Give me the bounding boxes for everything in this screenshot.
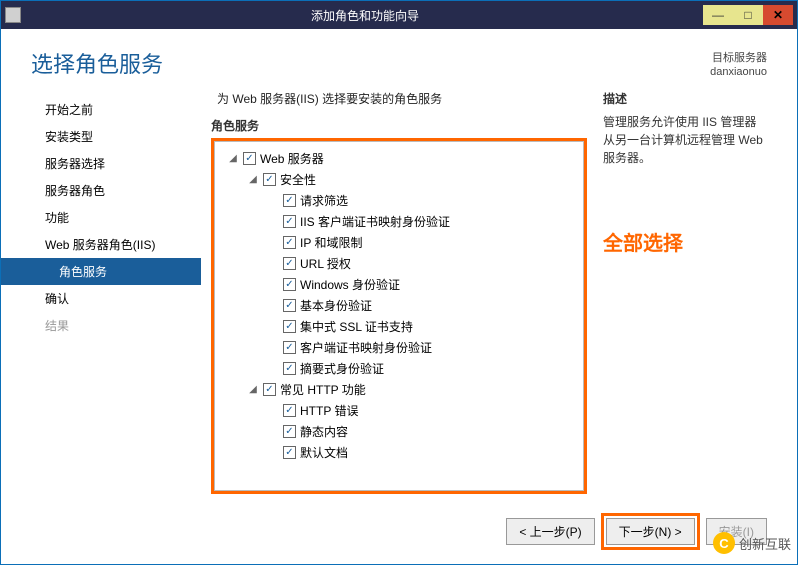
- expander-icon[interactable]: ◢: [247, 174, 259, 185]
- sidebar-item-confirmation[interactable]: 确认: [1, 285, 201, 312]
- node-label: 请求筛选: [300, 192, 348, 209]
- description-label: 描述: [603, 90, 767, 107]
- node-label: 摘要式身份验证: [300, 360, 384, 377]
- tree-node[interactable]: IIS 客户端证书映射身份验证: [219, 211, 579, 232]
- checkbox[interactable]: [283, 362, 296, 375]
- sidebar-item-server-roles[interactable]: 服务器角色: [1, 177, 201, 204]
- tree-node[interactable]: 默认文档: [219, 442, 579, 463]
- sidebar-item-installation-type[interactable]: 安装类型: [1, 123, 201, 150]
- sidebar-item-role-services[interactable]: 角色服务: [1, 258, 201, 285]
- tree-node[interactable]: 摘要式身份验证: [219, 358, 579, 379]
- tree-node[interactable]: 集中式 SSL 证书支持: [219, 316, 579, 337]
- page-title: 选择角色服务: [31, 47, 163, 79]
- tree-node[interactable]: Windows 身份验证: [219, 274, 579, 295]
- node-label: 安全性: [280, 171, 316, 188]
- tree-label: 角色服务: [211, 117, 587, 134]
- sidebar-item-server-selection[interactable]: 服务器选择: [1, 150, 201, 177]
- checkbox[interactable]: [283, 257, 296, 270]
- window-title: 添加角色和功能向导: [27, 7, 703, 24]
- tree-node[interactable]: URL 授权: [219, 253, 579, 274]
- node-label: Web 服务器: [260, 150, 324, 167]
- node-label: 集中式 SSL 证书支持: [300, 318, 413, 335]
- sidebar-item-web-server-iis[interactable]: Web 服务器角色(IIS): [1, 231, 201, 258]
- checkbox[interactable]: [283, 341, 296, 354]
- node-label: Windows 身份验证: [300, 276, 400, 293]
- next-button-highlight: 下一步(N) >: [601, 513, 700, 550]
- maximize-button[interactable]: □: [733, 5, 763, 25]
- checkbox[interactable]: [283, 194, 296, 207]
- previous-button[interactable]: < 上一步(P): [506, 518, 594, 545]
- role-services-tree[interactable]: ◢Web 服务器◢安全性请求筛选IIS 客户端证书映射身份验证IP 和域限制UR…: [214, 141, 584, 491]
- node-label: IIS 客户端证书映射身份验证: [300, 213, 450, 230]
- checkbox[interactable]: [283, 215, 296, 228]
- tree-node[interactable]: IP 和域限制: [219, 232, 579, 253]
- checkbox[interactable]: [283, 425, 296, 438]
- tree-node[interactable]: 静态内容: [219, 421, 579, 442]
- node-label: IP 和域限制: [300, 234, 362, 251]
- watermark-text: 创新互联: [739, 534, 791, 553]
- tree-node[interactable]: 客户端证书映射身份验证: [219, 337, 579, 358]
- sidebar-item-features[interactable]: 功能: [1, 204, 201, 231]
- node-label: 基本身份验证: [300, 297, 372, 314]
- app-icon: [5, 7, 21, 23]
- checkbox[interactable]: [283, 278, 296, 291]
- next-button[interactable]: 下一步(N) >: [606, 518, 695, 545]
- checkbox[interactable]: [263, 383, 276, 396]
- expander-icon[interactable]: ◢: [247, 384, 259, 395]
- checkbox[interactable]: [283, 236, 296, 249]
- tree-node[interactable]: 请求筛选: [219, 190, 579, 211]
- description-text: 管理服务允许使用 IIS 管理器从另一台计算机远程管理 Web 服务器。: [603, 113, 767, 167]
- sidebar-item-before-you-begin[interactable]: 开始之前: [1, 96, 201, 123]
- tree-node[interactable]: ◢ Web 服务器: [219, 148, 579, 169]
- target-server-label: 目标服务器: [710, 51, 767, 65]
- checkbox[interactable]: [283, 404, 296, 417]
- sidebar: 开始之前 安装类型 服务器选择 服务器角色 功能 Web 服务器角色(IIS) …: [1, 90, 201, 494]
- checkbox[interactable]: [263, 173, 276, 186]
- highlight-annotation-box: ◢Web 服务器◢安全性请求筛选IIS 客户端证书映射身份验证IP 和域限制UR…: [211, 138, 587, 494]
- watermark-icon: C: [713, 532, 735, 554]
- minimize-button[interactable]: —: [703, 5, 733, 25]
- expander-icon[interactable]: ◢: [227, 153, 239, 164]
- checkbox[interactable]: [243, 152, 256, 165]
- tree-node[interactable]: ◢ 安全性: [219, 169, 579, 190]
- watermark: C 创新互联: [713, 532, 791, 554]
- instructions-text: 为 Web 服务器(IIS) 选择要安装的角色服务: [211, 90, 587, 107]
- node-label: 默认文档: [300, 444, 348, 461]
- tree-node[interactable]: ◢ 常见 HTTP 功能: [219, 379, 579, 400]
- node-label: 客户端证书映射身份验证: [300, 339, 432, 356]
- description-panel: 描述 管理服务允许使用 IIS 管理器从另一台计算机远程管理 Web 服务器。 …: [587, 90, 767, 494]
- tree-node[interactable]: 基本身份验证: [219, 295, 579, 316]
- node-label: 常见 HTTP 功能: [280, 381, 366, 398]
- checkbox[interactable]: [283, 446, 296, 459]
- sidebar-item-results: 结果: [1, 312, 201, 339]
- annotation-select-all: 全部选择: [603, 227, 767, 256]
- node-label: 静态内容: [300, 423, 348, 440]
- node-label: URL 授权: [300, 255, 351, 272]
- close-button[interactable]: ✕: [763, 5, 793, 25]
- titlebar: 添加角色和功能向导 — □ ✕: [1, 1, 797, 29]
- checkbox[interactable]: [283, 299, 296, 312]
- target-server-name: danxiaonuo: [710, 65, 767, 79]
- node-label: HTTP 错误: [300, 402, 358, 419]
- server-info: 目标服务器 danxiaonuo: [710, 51, 767, 80]
- checkbox[interactable]: [283, 320, 296, 333]
- tree-node[interactable]: HTTP 错误: [219, 400, 579, 421]
